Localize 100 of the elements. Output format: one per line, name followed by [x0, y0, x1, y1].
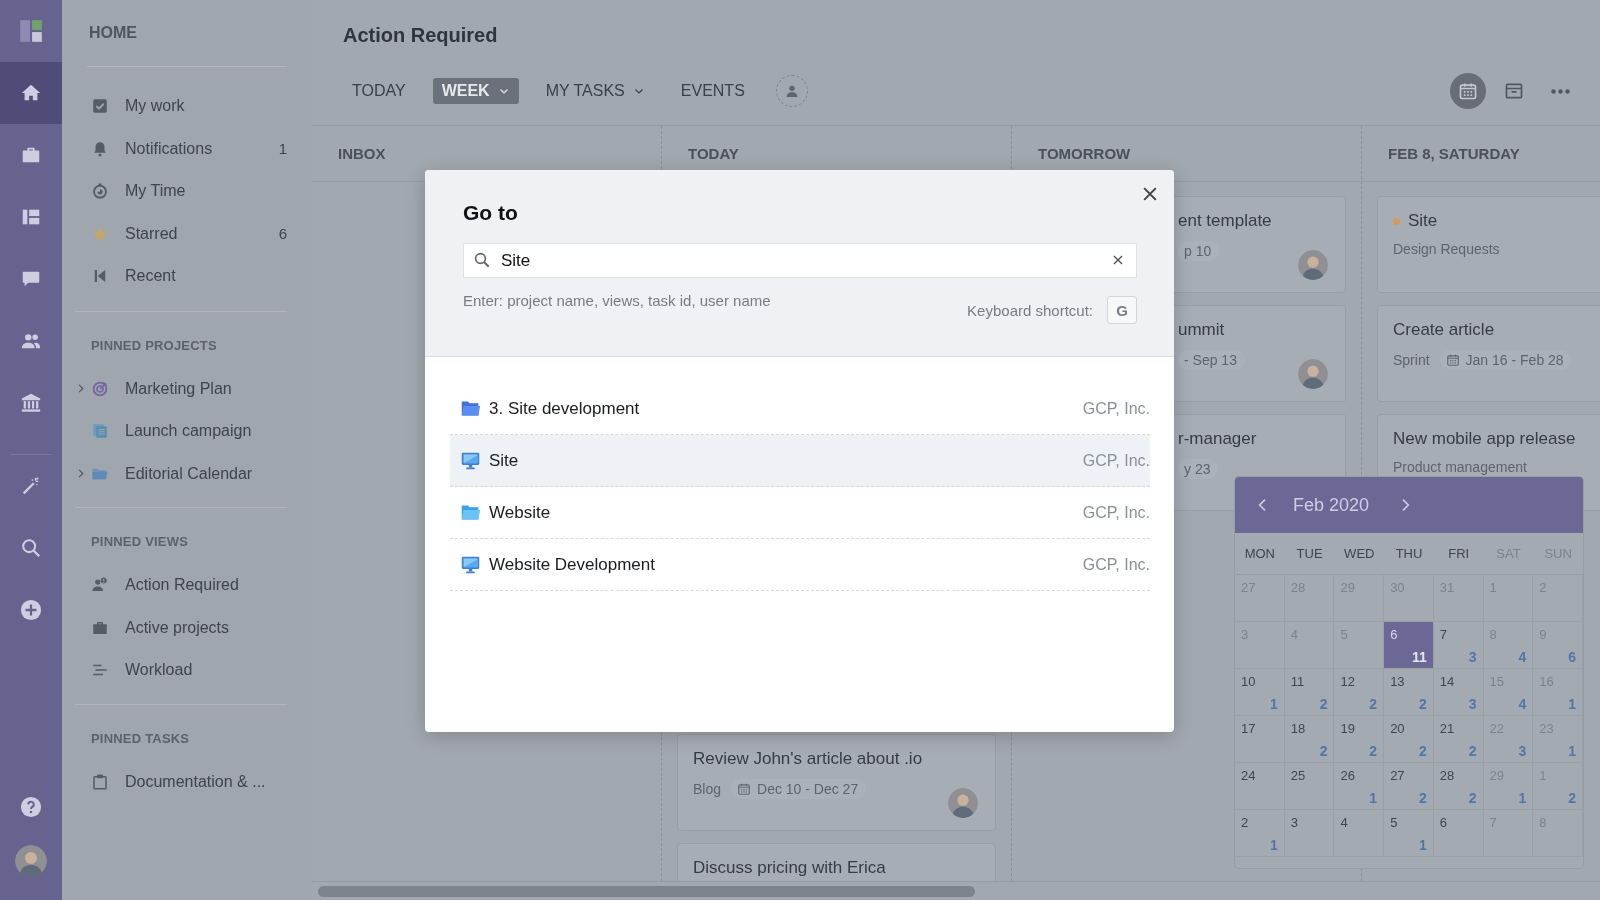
- calendar-day[interactable]: 2 1: [1235, 810, 1285, 857]
- task-count: 2: [1468, 790, 1477, 806]
- result-row[interactable]: Website Development GCP, Inc.: [450, 539, 1150, 591]
- card-title: r-manager: [1178, 429, 1257, 449]
- calendar-day[interactable]: 5 1: [1384, 810, 1434, 857]
- calendar-icon: [737, 782, 752, 796]
- calendar-day[interactable]: 19 2: [1334, 716, 1385, 763]
- search-icon: [473, 251, 491, 269]
- view-tab[interactable]: MY TASKS: [536, 78, 654, 104]
- help-icon[interactable]: [20, 796, 42, 818]
- day-number: 17: [1241, 721, 1256, 736]
- calendar-day[interactable]: 28 2: [1433, 763, 1484, 810]
- search-icon[interactable]: [20, 537, 42, 559]
- task-card[interactable]: Site Design Requests: [1377, 196, 1600, 293]
- task-count: 2: [1419, 743, 1427, 759]
- clear-icon[interactable]: [1111, 253, 1125, 267]
- day-number: 4: [1340, 815, 1348, 830]
- calendar-day[interactable]: 12 2: [1334, 669, 1385, 716]
- task-count: 1: [1419, 837, 1427, 853]
- result-row[interactable]: Site GCP, Inc.: [450, 435, 1150, 487]
- card-title: Discuss pricing with Erica: [693, 858, 886, 878]
- result-name: Site: [489, 450, 520, 471]
- calendar-day[interactable]: 13 2: [1384, 669, 1434, 716]
- calendar-day[interactable]: 26 1: [1334, 763, 1385, 810]
- nav-link[interactable]: Launch campaign: [125, 422, 287, 441]
- day-number: 6: [1390, 627, 1398, 642]
- task-card[interactable]: Create article Sprint Jan 16 - Feb 28: [1377, 305, 1600, 402]
- nav-link[interactable]: Notifications: [125, 139, 279, 158]
- nav-link[interactable]: My Time: [125, 182, 287, 201]
- nav-link[interactable]: Recent: [125, 267, 287, 286]
- bank-icon[interactable]: [20, 392, 42, 414]
- calendar-day[interactable]: 10 1: [1235, 669, 1285, 716]
- nav-link[interactable]: Action Required: [125, 576, 287, 595]
- calendar-day[interactable]: 11 2: [1284, 669, 1335, 716]
- weekday-label: FRI: [1433, 533, 1484, 575]
- task-count: 1: [1568, 743, 1576, 759]
- project-name: Design Requests: [1393, 241, 1500, 257]
- view-tab[interactable]: WEEK: [432, 78, 519, 104]
- weekday-label: MON: [1235, 533, 1285, 575]
- scrollbar-thumb[interactable]: [318, 885, 975, 897]
- day-number: 28: [1439, 768, 1455, 783]
- result-row[interactable]: Website GCP, Inc.: [450, 487, 1150, 539]
- calendar-day[interactable]: 17: [1235, 716, 1285, 763]
- day-number: 21: [1439, 721, 1455, 736]
- day-number: 25: [1290, 768, 1306, 783]
- day-number: 3: [1290, 815, 1298, 830]
- avatar: [948, 788, 978, 818]
- weekday-label: TUE: [1284, 533, 1335, 575]
- nav-link[interactable]: Marketing Plan: [125, 379, 287, 398]
- search-field[interactable]: Site: [463, 243, 1137, 278]
- calendar-day[interactable]: 24: [1235, 763, 1285, 810]
- weekday-label: THU: [1384, 533, 1434, 575]
- dialog-title: Go to: [463, 200, 519, 226]
- view-tab[interactable]: TODAY: [343, 78, 415, 104]
- date-range: y 23: [1184, 461, 1211, 477]
- calendar-day[interactable]: 18 2: [1284, 716, 1335, 763]
- calendar-icon: [1458, 81, 1478, 101]
- task-card[interactable]: Review John's article about .io Blog Dec 10 - Dec 27: [677, 734, 996, 831]
- nav-link[interactable]: Editorial Calendar: [125, 464, 287, 483]
- calendar-day[interactable]: 20 2: [1384, 716, 1434, 763]
- day-number: 2: [1241, 815, 1249, 830]
- monitor-icon: [460, 450, 481, 471]
- nav-link[interactable]: Starred: [125, 224, 279, 243]
- magic-wand-icon[interactable]: [20, 475, 42, 497]
- nav-link[interactable]: Documentation & ...: [125, 772, 287, 791]
- calendar-view-button[interactable]: [1450, 73, 1486, 109]
- day-number: 13: [1390, 674, 1405, 689]
- day-number: 6: [1439, 815, 1448, 830]
- project-name: Blog: [693, 781, 722, 797]
- day-number: 19: [1340, 721, 1355, 736]
- organization-name: GCP, Inc.: [1082, 555, 1150, 574]
- day-number: 10: [1241, 674, 1256, 689]
- section-title: PINNED TASKS: [91, 730, 190, 746]
- calendar-day[interactable]: 27 2: [1384, 763, 1434, 810]
- nav-link[interactable]: Active projects: [125, 618, 287, 637]
- organization-name: GCP, Inc.: [1082, 399, 1150, 418]
- calendar-day[interactable]: 4: [1334, 810, 1385, 857]
- day-number: 11: [1290, 674, 1305, 689]
- logo-icon[interactable]: [18, 18, 44, 44]
- task-card[interactable]: Discuss pricing with Erica: [677, 843, 996, 881]
- task-count: 11: [1412, 649, 1427, 665]
- calendar-day[interactable]: 14 3: [1433, 669, 1484, 716]
- calendar-day[interactable]: 7 3: [1433, 622, 1484, 669]
- more-icon: [1550, 88, 1570, 94]
- shortcut-key: G: [1107, 296, 1137, 324]
- section-title: PINNED VIEWS: [91, 534, 189, 549]
- view-tab[interactable]: EVENTS: [671, 78, 754, 104]
- bell-icon: [91, 139, 109, 158]
- calendar-day[interactable]: 3: [1284, 810, 1335, 857]
- project-name: Sprint: [1393, 352, 1430, 368]
- day-number: 14: [1439, 674, 1455, 689]
- nav-link[interactable]: My work: [125, 97, 287, 116]
- calendar-day[interactable]: 25: [1284, 763, 1335, 810]
- add-icon[interactable]: [20, 599, 42, 621]
- calendar-day[interactable]: 21 2: [1433, 716, 1484, 763]
- task-count: 4: [1518, 696, 1527, 712]
- calendar-day[interactable]: 6: [1433, 810, 1484, 857]
- nav-link[interactable]: Workload: [125, 661, 287, 680]
- calendar-day[interactable]: 6 11: [1384, 622, 1434, 669]
- column-header: TODAY: [688, 145, 739, 162]
